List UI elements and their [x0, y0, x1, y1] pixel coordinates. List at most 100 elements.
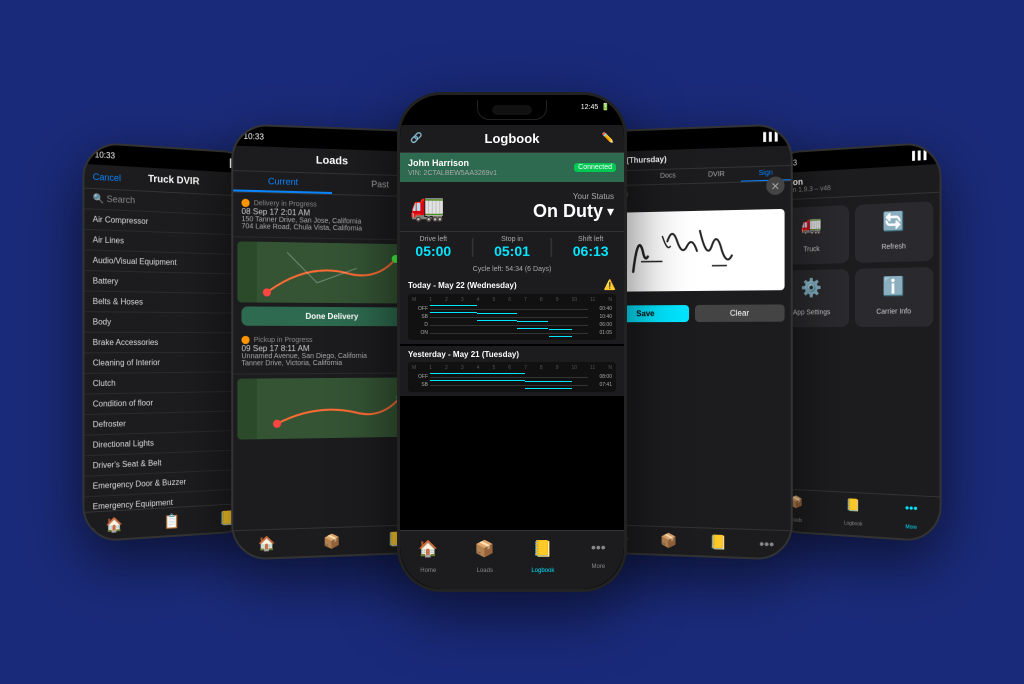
home-nav-icon: 🏠 — [418, 539, 438, 559]
more-nav-label: More — [591, 564, 605, 570]
dvir-item[interactable]: Battery — [85, 271, 255, 294]
yesterday-title: Yesterday - May 21 (Tuesday) — [408, 350, 616, 359]
carrier-more-label: Carrier Info — [876, 308, 911, 315]
dvir-item[interactable]: Body — [85, 312, 255, 333]
more-nav-more[interactable]: ••• More — [905, 501, 918, 534]
logbook-nav-more[interactable]: 📒 Logbook — [844, 498, 863, 531]
timer-drive: Drive left 05:00 — [415, 236, 451, 259]
driver-vin: VIN: 2CTALBEW5AA3269v1 — [408, 170, 497, 177]
dvir-item[interactable]: Belts & Hoses — [85, 292, 255, 314]
logbook-nav-label: Logbook — [531, 568, 554, 574]
phones-container: 10:33 ▌▌▌ Cancel Truck DVIR 🔍 Search Air… — [62, 42, 962, 642]
dvir-item[interactable]: Cleaning of Interior — [85, 353, 255, 374]
status-display[interactable]: Your Status On Duty ▾ — [533, 192, 614, 222]
tab-dvir[interactable]: DVIR — [692, 168, 741, 183]
refresh-more-label: Refresh — [881, 243, 905, 251]
chart-row-sb-y: SB 07:41 — [412, 381, 612, 389]
more-bottom-icon: ••• — [905, 501, 918, 516]
signal-more: ▌▌▌ — [912, 150, 929, 160]
logbook-icon-sign[interactable]: 📒 — [709, 534, 726, 552]
notch-area: 12:45 🔋 — [400, 95, 624, 125]
loads-nav-icon: 📦 — [475, 539, 495, 559]
chevron-down-icon[interactable]: ▾ — [607, 203, 614, 220]
more-grid: 🚛 Truck 🔄 Refresh ⚙️ App Settings ℹ️ Car… — [769, 193, 939, 335]
timer-stop-value: 05:01 — [494, 243, 530, 259]
time-left: 10:33 — [95, 150, 115, 160]
more-icon-sign[interactable]: ••• — [759, 535, 774, 553]
on-duty-text: On Duty — [533, 201, 603, 222]
done-delivery-button[interactable]: Done Delivery — [241, 306, 419, 326]
load-addr2-2: Tanner Drive, Victoria, California — [241, 360, 419, 368]
settings-more-label: App Settings — [793, 309, 830, 316]
logbook-header: 🔗 Logbook ✏️ — [400, 125, 624, 153]
truck-more-label: Truck — [803, 246, 819, 253]
dvir-item[interactable]: Brake Accessories — [85, 333, 255, 354]
status-label: Your Status — [533, 192, 614, 201]
chart-hours: M1234567891011N — [412, 297, 612, 303]
chart-row-off-y: OFF 08:00 — [412, 373, 612, 381]
carrier-more-icon: ℹ️ — [859, 275, 930, 298]
docs-date: Jul 18 (Thursday) — [602, 151, 784, 166]
phone-more: 10:33 ▌▌▌ arrison Version 1.9.3 – v48 🚛 … — [768, 141, 942, 543]
timer-shift: Shift left 06:13 — [573, 236, 609, 259]
tab-docs[interactable]: Docs — [644, 169, 692, 184]
logbook-bottom-nav: 🏠 Home 📦 Loads 📒 Logbook ••• More — [400, 530, 624, 589]
battery-center: 🔋 — [601, 103, 610, 111]
clear-button[interactable]: Clear — [695, 304, 785, 322]
more-bottom-label: More — [906, 524, 917, 531]
nav-loads[interactable]: 📦 Loads — [475, 539, 495, 577]
load-date-2: 09 Sep 17 8:11 AM — [241, 344, 419, 353]
timer-divider2: | — [549, 236, 554, 259]
bottom-nav-more: 📦 Loads 📒 Logbook ••• More — [769, 488, 939, 541]
loads-nav-label: Loads — [477, 568, 493, 574]
logbook-nav-icon: 📒 — [531, 539, 554, 559]
refresh-more-icon: 🔄 — [859, 210, 930, 234]
chart-hours-yesterday: M1234567891011N — [412, 365, 612, 371]
home-nav-label: Home — [420, 568, 436, 574]
nav-logbook[interactable]: 📒 Logbook — [531, 539, 554, 577]
hos-chart-today: M1234567891011N OFF 00:40 SB — [408, 294, 616, 340]
nav-home[interactable]: 🏠 Home — [418, 539, 438, 577]
chart-row-on: ON 01:05 — [412, 329, 612, 337]
time-center: 12:45 — [581, 104, 599, 111]
status-section: 🚛 Your Status On Duty ▾ — [400, 182, 624, 231]
truck-icon: 🚛 — [410, 190, 445, 223]
loads-title: Loads — [241, 152, 419, 170]
timer-stop: Stop in 05:01 — [494, 236, 530, 259]
logbook-title: Logbook — [485, 131, 540, 146]
tab-current[interactable]: Current — [233, 171, 332, 194]
home-icon[interactable]: 🏠 — [105, 516, 123, 534]
timer-drive-label: Drive left — [415, 236, 451, 243]
timer-stop-label: Stop in — [494, 236, 530, 243]
home-icon-loads[interactable]: 🏠 — [258, 535, 276, 553]
dvir-list: Air Compressor Air Lines Audio/Visual Eq… — [85, 209, 255, 538]
connected-badge: Connected — [574, 163, 616, 172]
timer-shift-value: 06:13 — [573, 243, 609, 259]
more-nav-icon: ••• — [591, 539, 606, 555]
yesterday-section: Yesterday - May 21 (Tuesday) M1234567891… — [400, 346, 624, 396]
tab-sign[interactable]: Sign — [741, 166, 791, 182]
today-section: Today - May 22 (Wednesday) ⚠️ M123456789… — [400, 276, 624, 344]
hos-chart-yesterday: M1234567891011N OFF 08:00 SB — [408, 362, 616, 392]
signature-area — [602, 209, 784, 292]
loads-icon-sign[interactable]: 📦 — [660, 532, 677, 550]
logbook-bottom-label: Logbook — [844, 521, 863, 528]
driver-bar: John Harrison VIN: 2CTALBEW5AA3269v1 Con… — [400, 153, 624, 182]
dvir-icon[interactable]: 📋 — [164, 513, 181, 531]
logbook-bottom-icon: 📒 — [844, 498, 863, 513]
loads-icon-loads[interactable]: 📦 — [323, 533, 340, 551]
driver-name: John Harrison — [408, 158, 497, 168]
nav-more[interactable]: ••• More — [591, 539, 606, 577]
link-icon: 🔗 — [410, 133, 422, 144]
load-map-1 — [237, 241, 423, 303]
alert-icon: ⚠️ — [604, 280, 616, 291]
edit-icon: ✏️ — [602, 133, 614, 144]
cycle-text: Cycle left: 54:34 (6 Days) — [400, 263, 624, 276]
cancel-button[interactable]: Cancel — [93, 171, 121, 183]
timer-divider1: | — [470, 236, 475, 259]
load-status-2: Pickup in Progress — [254, 336, 313, 343]
more-item-refresh[interactable]: 🔄 Refresh — [855, 201, 933, 263]
more-item-carrier[interactable]: ℹ️ Carrier Info — [855, 267, 933, 327]
phone-logbook-main: 12:45 🔋 🔗 Logbook ✏️ John Harrison VIN: … — [397, 92, 627, 592]
time-loads: 10:33 — [244, 131, 264, 141]
